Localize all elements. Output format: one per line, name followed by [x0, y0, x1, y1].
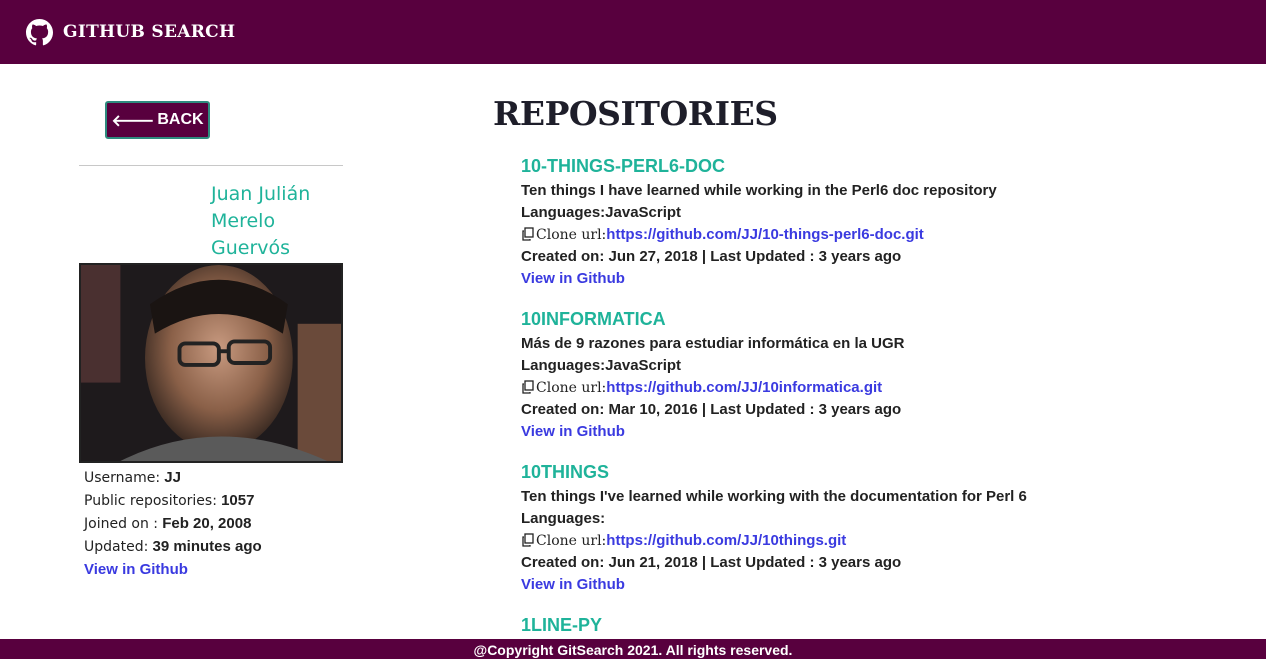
profile-view-github-link[interactable]: View in Github — [84, 561, 188, 578]
clone-url-link[interactable]: https://github.com/JJ/10things.git — [606, 532, 846, 549]
repo-item: 1LINE-PY — [521, 614, 1221, 636]
repo-description: Ten things I have learned while working … — [521, 182, 997, 199]
updated-row: Updated: 39 minutes ago — [84, 538, 262, 555]
clone-url-label: Clone url: — [536, 533, 607, 549]
repo-item: 10INFORMATICA Más de 9 razones para estu… — [521, 308, 1221, 443]
brand-title: GITHUB SEARCH — [63, 22, 236, 42]
joined-value: Feb 20, 2008 — [162, 515, 252, 532]
arrow-left-icon: 🡐 — [111, 112, 155, 130]
clone-url-link[interactable]: https://github.com/JJ/10-things-perl6-do… — [606, 226, 924, 243]
copy-icon[interactable] — [521, 379, 535, 394]
brand-link[interactable]: GITHUB SEARCH — [26, 18, 236, 46]
repositories-heading: REPOSITORIES — [493, 94, 778, 133]
footer: @Copyright GitSearch 2021. All rights re… — [0, 639, 1266, 659]
repo-clone-row: Clone url:https://github.com/JJ/10things… — [521, 530, 1221, 552]
public-repos-label: Public repositories: — [84, 493, 217, 509]
copy-icon[interactable] — [521, 532, 535, 547]
repo-clone-row: Clone url:https://github.com/JJ/10-thing… — [521, 224, 1221, 246]
copy-icon[interactable] — [521, 226, 535, 241]
repo-dates: Created on: Jun 27, 2018 | Last Updated … — [521, 248, 902, 265]
repo-languages: Languages: — [521, 510, 606, 527]
profile-name: Juan Julián Merelo Guervós — [211, 183, 311, 259]
joined-row: Joined on : Feb 20, 2008 — [84, 515, 251, 532]
repo-name[interactable]: 10-THINGS-PERL6-DOC — [521, 155, 1221, 177]
clone-url-label: Clone url: — [536, 227, 607, 243]
updated-value: 39 minutes ago — [152, 538, 262, 555]
repo-item: 10-THINGS-PERL6-DOC Ten things I have le… — [521, 155, 1221, 290]
repo-clone-row: Clone url:https://github.com/JJ/10inform… — [521, 377, 1221, 399]
clone-url-link[interactable]: https://github.com/JJ/10informatica.git — [606, 379, 882, 396]
joined-label: Joined on : — [84, 516, 159, 532]
repo-description: Más de 9 razones para estudiar informáti… — [521, 335, 905, 352]
clone-url-label: Clone url: — [536, 380, 607, 396]
username-row: Username: JJ — [84, 469, 181, 486]
repo-item: 10THINGS Ten things I've learned while w… — [521, 461, 1221, 596]
repo-view-github-link[interactable]: View in Github — [521, 421, 1221, 443]
repo-languages: Languages:JavaScript — [521, 357, 682, 374]
repo-view-github-link[interactable]: View in Github — [521, 268, 1221, 290]
repo-dates: Created on: Jun 21, 2018 | Last Updated … — [521, 554, 902, 571]
updated-label: Updated: — [84, 539, 149, 555]
public-repos-value: 1057 — [221, 492, 255, 509]
navbar: GITHUB SEARCH — [0, 0, 1266, 64]
back-button-label: BACK — [157, 111, 204, 128]
repo-dates: Created on: Mar 10, 2016 | Last Updated … — [521, 401, 902, 418]
github-icon — [26, 18, 53, 46]
profile-divider — [79, 165, 343, 166]
repo-name[interactable]: 1LINE-PY — [521, 614, 1221, 636]
back-button[interactable]: 🡐 BACK — [105, 101, 210, 139]
public-repos-row: Public repositories: 1057 — [84, 492, 254, 509]
username-value: JJ — [164, 469, 181, 486]
repo-name[interactable]: 10INFORMATICA — [521, 308, 1221, 330]
repo-description: Ten things I've learned while working wi… — [521, 488, 1027, 505]
username-label: Username: — [84, 470, 161, 486]
repo-name[interactable]: 10THINGS — [521, 461, 1221, 483]
repo-view-github-link[interactable]: View in Github — [521, 574, 1221, 596]
repo-languages: Languages:JavaScript — [521, 204, 682, 221]
avatar — [79, 263, 343, 463]
